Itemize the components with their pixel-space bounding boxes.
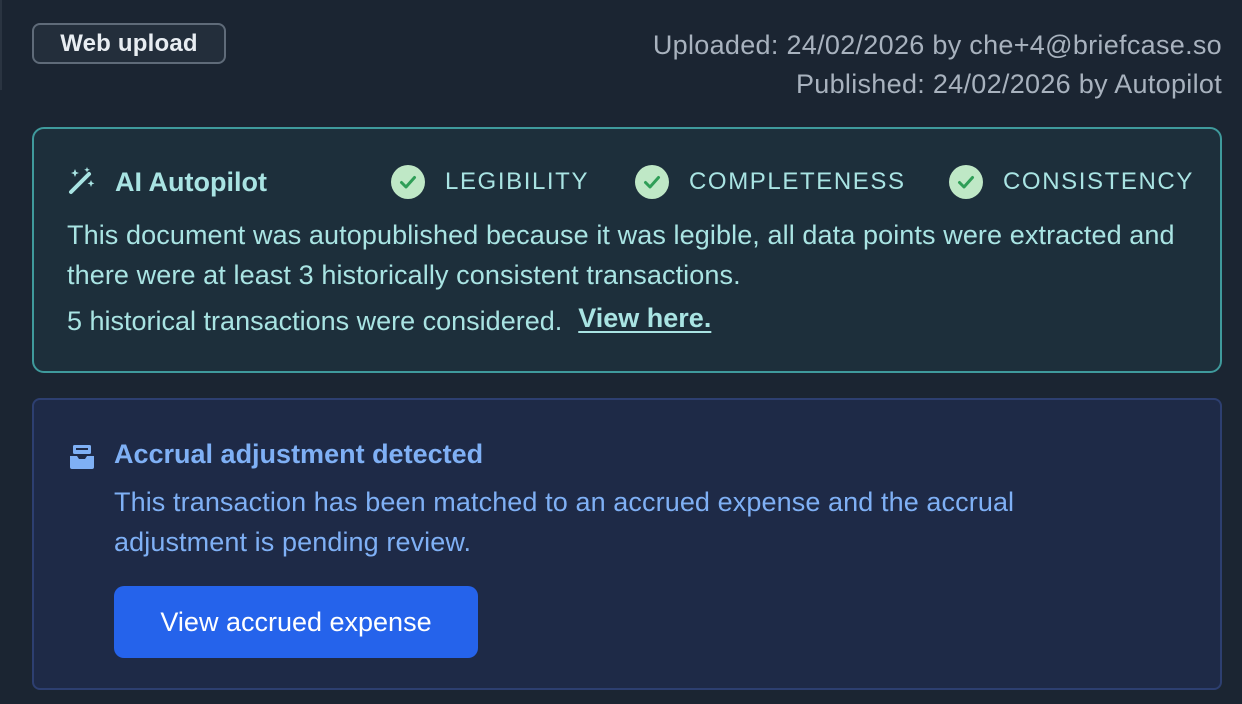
check-circle-icon [949, 165, 983, 199]
check-circle-icon [391, 165, 425, 199]
document-details-panel: Web upload Uploaded: 24/02/2026 by che+4… [0, 0, 1242, 704]
ai-autopilot-card: AI Autopilot LEGIBILITY COMPLETENESS CON… [32, 127, 1222, 373]
check-legibility: LEGIBILITY [391, 164, 589, 200]
check-label-consistency: CONSISTENCY [1003, 168, 1194, 195]
check-label-legibility: LEGIBILITY [445, 168, 590, 195]
upload-meta: Uploaded: 24/02/2026 by che+4@briefcase.… [653, 26, 1222, 104]
view-historical-link[interactable]: View here. [578, 300, 711, 336]
check-label-completeness: COMPLETENESS [689, 168, 906, 195]
inbox-tray-icon [68, 443, 96, 471]
ai-autopilot-description: This document was autopublished because … [67, 220, 1175, 290]
accrual-adjustment-card: Accrual adjustment detected This transac… [32, 398, 1222, 690]
source-tag: Web upload [32, 23, 226, 64]
historical-transactions-text: 5 historical transactions were considere… [67, 306, 563, 336]
published-info: Published: 24/02/2026 by Autopilot [795, 69, 1222, 99]
check-circle-icon [635, 165, 669, 199]
accrual-title: Accrual adjustment detected [114, 439, 484, 469]
accrual-description: This transaction has been matched to an … [114, 487, 1015, 557]
check-consistency: CONSISTENCY [949, 164, 1194, 200]
magic-wand-icon [67, 166, 97, 196]
historical-transactions-line: 5 historical transactions were considere… [67, 303, 711, 339]
ai-autopilot-title: AI Autopilot [115, 167, 267, 197]
uploaded-info: Uploaded: 24/02/2026 by che+4@briefcase.… [652, 30, 1222, 60]
ai-autopilot-header: AI Autopilot LEGIBILITY COMPLETENESS CON… [67, 164, 1192, 200]
view-accrued-expense-button[interactable]: View accrued expense [114, 586, 478, 658]
panel-divider [0, 0, 2, 90]
check-completeness: COMPLETENESS [635, 164, 906, 200]
